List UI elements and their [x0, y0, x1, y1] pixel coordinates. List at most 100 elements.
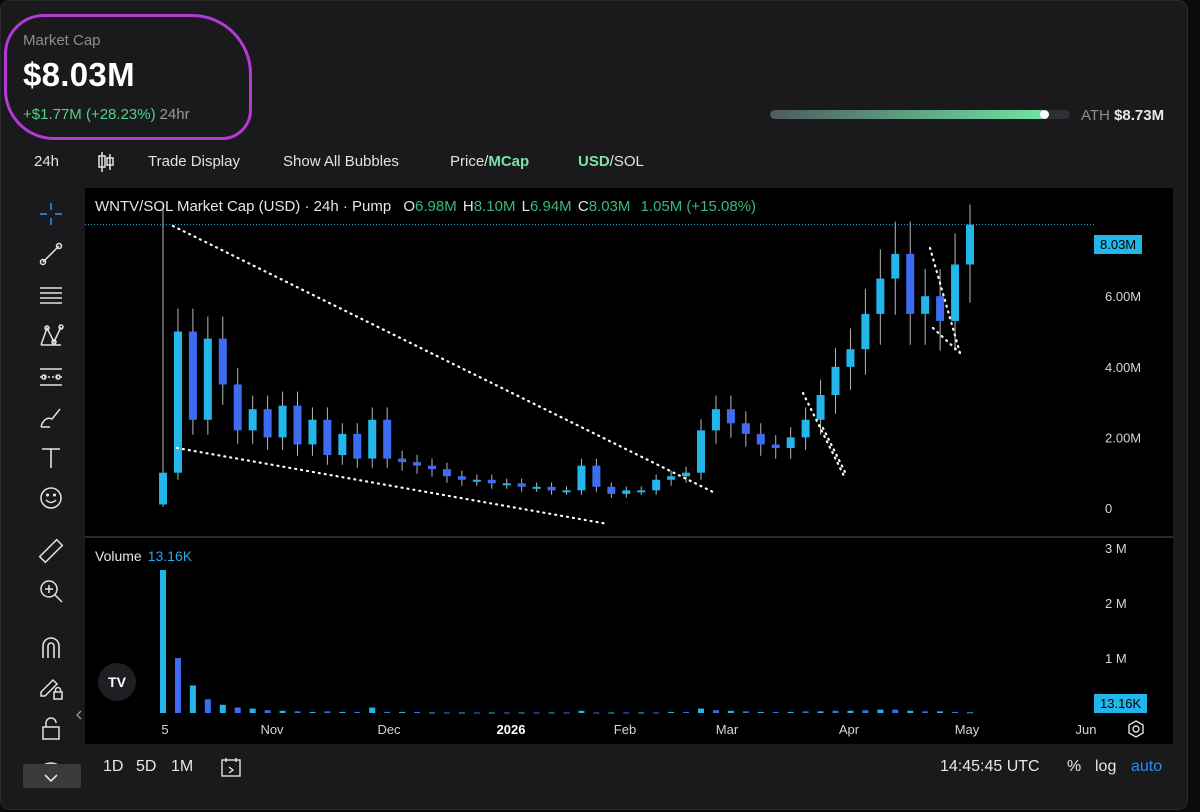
volume-bar [608, 712, 615, 714]
candle-body [652, 479, 661, 491]
sidebar-collapse-icon[interactable] [76, 707, 82, 720]
candle-body [308, 419, 317, 445]
volume-bar [369, 707, 376, 713]
volume-bar [802, 711, 809, 713]
last-volume-tag: 13.16K [1094, 694, 1148, 713]
range-1d-button[interactable]: 1D [103, 758, 123, 776]
brush-icon[interactable] [38, 405, 64, 431]
candle-body [831, 366, 840, 396]
volume-tick-label: 3 M [1105, 541, 1127, 556]
ath-progress-bar [770, 110, 1070, 119]
volume-bar [324, 711, 331, 713]
candle-body [278, 405, 287, 438]
chevron-down-icon[interactable] [44, 770, 58, 783]
mcap-label: MCap [488, 153, 530, 170]
volume-label: Volume [95, 548, 142, 564]
range-5d-button[interactable]: 5D [136, 758, 156, 776]
candle-body [173, 331, 182, 473]
lock-pencil-icon[interactable] [38, 675, 64, 701]
candle-body [697, 430, 705, 473]
legend-close-key: C [577, 198, 589, 215]
candlestick-type-icon[interactable] [97, 151, 115, 173]
volume-bar [264, 710, 271, 713]
sol-label: /SOL [609, 153, 644, 170]
volume-legend: Volume 13.16K [95, 548, 192, 564]
auto-toggle[interactable]: auto [1131, 758, 1162, 776]
candle-body [876, 278, 885, 314]
volume-bar [698, 708, 704, 713]
candle-body [801, 419, 810, 438]
trendline-annotation [175, 446, 610, 526]
emoji-icon[interactable] [38, 485, 64, 511]
measure-lines-icon[interactable] [38, 364, 64, 390]
interval-button[interactable]: 24h [34, 153, 59, 170]
trade-display-button[interactable]: Trade Display [148, 153, 240, 170]
candle-body [353, 433, 362, 459]
volume-bar [204, 699, 211, 713]
candlestick-chart[interactable]: 6.00M 4.00M 2.00M 0 3 M 2 M 1 M 5 Nov Dec 2026 Feb M… [85, 188, 1173, 744]
last-price-tag: 8.03M [1094, 235, 1143, 254]
ath-value: $8.73M [1114, 107, 1165, 124]
text-icon[interactable] [38, 445, 64, 471]
crosshair-icon[interactable] [38, 201, 64, 227]
lock-icon[interactable] [38, 715, 64, 741]
volume-bar [309, 711, 316, 713]
horizontal-lines-icon[interactable] [38, 282, 64, 308]
zoom-in-icon[interactable] [38, 578, 64, 604]
candle-body [741, 423, 750, 434]
candle-body [756, 433, 765, 445]
y-tick-label: 2.00M [1105, 430, 1141, 445]
volume-bar [488, 712, 495, 714]
range-1m-button[interactable]: 1M [171, 758, 193, 776]
chart-settings-icon[interactable] [1127, 720, 1145, 738]
volume-bar [518, 712, 525, 714]
market-cap-label: Market Cap [23, 32, 101, 49]
x-tick-label: Feb [614, 722, 636, 737]
candle-body [921, 296, 930, 314]
chart-area[interactable]: 6.00M 4.00M 2.00M 0 3 M 2 M 1 M 5 Nov Dec 2026 Feb M… [85, 188, 1173, 744]
candle-body [248, 409, 257, 431]
volume-bar [429, 712, 435, 714]
legend-low-key: L [521, 198, 530, 215]
legend-open-value: 6.98M [415, 198, 457, 215]
x-tick-label: Dec [377, 722, 401, 737]
volume-bar [638, 712, 645, 714]
volume-bar [339, 711, 346, 713]
date-range-icon[interactable] [220, 756, 242, 778]
candle-body [398, 458, 407, 463]
candle-body [726, 409, 735, 424]
ruler-icon[interactable] [38, 538, 64, 564]
price-mcap-toggle[interactable]: Price/MCap [450, 153, 529, 170]
ath-label-text: ATH [1081, 107, 1110, 124]
legend-change: 1.05M (+15.08%) [640, 198, 757, 215]
candle-body [442, 469, 451, 477]
volume-bar [414, 711, 421, 713]
trendline-icon[interactable] [38, 241, 64, 267]
volume-bar [952, 711, 959, 713]
change-value: +$1.77M (+28.23%) [23, 106, 156, 123]
trendline-annotation [821, 426, 849, 478]
candle-body [906, 253, 915, 314]
candle-body [637, 490, 646, 493]
show-all-bubbles-button[interactable]: Show All Bubbles [283, 153, 399, 170]
log-toggle[interactable]: log [1095, 758, 1116, 776]
volume-bar [668, 711, 675, 713]
volume-bar [623, 712, 630, 714]
chart-legend: WNTV/SOL Market Cap (USD) · 24h · Pump O… [95, 198, 756, 215]
utc-time[interactable]: 14:45:45 UTC [940, 758, 1040, 776]
percent-toggle[interactable]: % [1067, 758, 1081, 776]
volume-bar [399, 711, 406, 713]
usd-sol-toggle[interactable]: USD/SOL [578, 153, 644, 170]
legend-close-value: 8.03M [588, 198, 631, 215]
candle-body [592, 465, 601, 487]
x-tick-label: Jun [1076, 722, 1097, 737]
magnet-icon[interactable] [38, 635, 64, 661]
candle-body [771, 444, 780, 448]
pattern-icon[interactable] [38, 323, 64, 349]
candle-body [517, 483, 526, 487]
candle-body [203, 338, 212, 420]
y-tick-label: 6.00M [1105, 289, 1141, 304]
tradingview-logo[interactable]: TV [98, 663, 136, 701]
volume-value: 13.16K [147, 548, 193, 564]
candle-body [502, 483, 511, 486]
